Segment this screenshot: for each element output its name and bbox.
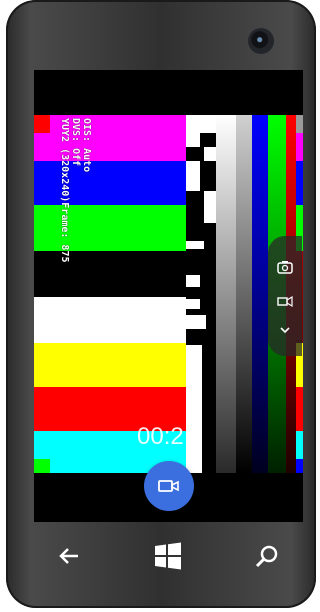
recording-timer: 00:2 (137, 423, 184, 450)
blue-ramp (252, 115, 268, 473)
checker-region (186, 115, 216, 473)
record-button[interactable] (144, 461, 194, 511)
bar-white (34, 297, 186, 343)
format-frame-status: YUY2 (320x240)Frame: 875 (59, 118, 70, 263)
camera-switch-icon[interactable] (276, 260, 294, 278)
front-camera-lens (248, 28, 274, 54)
bar-green (34, 205, 186, 251)
gray-ramp-1 (216, 115, 236, 473)
bar-blue (34, 161, 186, 205)
bar-yellow (34, 343, 186, 387)
video-camera-icon (158, 480, 179, 492)
back-arrow-icon[interactable] (50, 536, 90, 576)
corner-red-square (34, 115, 50, 133)
bar-black (34, 251, 186, 297)
bar-magenta (34, 115, 186, 161)
side-control-panel (268, 236, 302, 356)
windows-start-icon[interactable] (148, 536, 188, 576)
search-icon[interactable] (247, 536, 287, 576)
phone-frame: OIS: Auto DVS: Off YUY2 (320x240)Frame: … (6, 0, 316, 608)
chevron-down-icon[interactable] (276, 322, 294, 340)
camera-viewfinder: OIS: Auto DVS: Off YUY2 (320x240)Frame: … (34, 70, 303, 522)
corner-green-square (34, 459, 50, 473)
navigation-bar (34, 522, 303, 596)
debug-info-overlay: OIS: Auto DVS: Off YUY2 (320x240)Frame: … (59, 118, 92, 263)
gray-ramp-2 (236, 115, 252, 473)
ois-status: OIS: Auto (81, 118, 92, 173)
video-settings-icon[interactable] (276, 294, 294, 312)
dvs-status: DVS: Off (70, 118, 81, 167)
